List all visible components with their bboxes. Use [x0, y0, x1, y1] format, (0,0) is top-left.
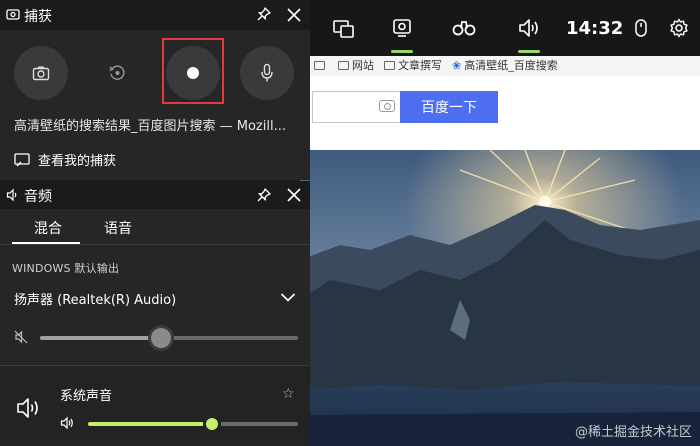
clock: 14:32	[566, 17, 624, 39]
record-last-icon	[109, 65, 125, 80]
tab-mix[interactable]: 混合	[34, 218, 62, 238]
audio-panel-header: 音频	[0, 181, 310, 209]
folder-icon	[338, 60, 349, 70]
capture-panel: 捕获 高清壁纸的搜索结果_百度图片搜索 — Mozill... 查看我的捕获	[0, 0, 310, 180]
bookmark-label: 网站	[352, 59, 374, 72]
output-device-select[interactable]: 扬声器 (Realtek(R) Audio)	[14, 289, 300, 309]
widget-menu-icon	[333, 20, 354, 38]
bookmark-item[interactable]	[314, 60, 328, 70]
default-output-label: WINDOWS 默认输出	[12, 262, 120, 275]
app-volume-thumb[interactable]	[205, 418, 218, 430]
capture-panel-header: 捕获	[0, 0, 310, 30]
microphone-icon	[261, 63, 273, 82]
chevron-down-icon	[280, 293, 296, 302]
looking-for-group-button[interactable]	[450, 0, 478, 56]
search-input[interactable]	[312, 91, 400, 123]
capture-icon	[393, 19, 411, 37]
pin-icon[interactable]	[256, 6, 272, 22]
settings-button[interactable]	[667, 0, 691, 56]
divider	[0, 244, 310, 245]
folder-icon	[314, 60, 325, 70]
speaker-icon	[519, 19, 538, 37]
bookmark-label: 文章撰写	[398, 59, 442, 72]
master-volume-slider[interactable]	[40, 328, 298, 348]
folder-icon	[384, 60, 395, 70]
view-captures-link[interactable]: 查看我的捕获	[14, 150, 116, 169]
capture-icon	[6, 9, 20, 20]
system-sounds-icon	[17, 398, 38, 418]
wallpaper-image: @稀土掘金技术社区	[300, 150, 700, 446]
mouse-button[interactable]	[630, 0, 652, 56]
mountain-sunset-image	[300, 150, 700, 446]
close-icon[interactable]	[286, 187, 302, 203]
game-bar-topbar: 14:32	[310, 0, 700, 56]
bookmark-item[interactable]: 网站	[338, 57, 374, 73]
screenshot-button[interactable]	[14, 46, 68, 100]
pin-icon[interactable]	[256, 187, 272, 203]
baidu-search-bar: 百度一下	[300, 76, 700, 150]
record-last-button[interactable]	[90, 46, 144, 100]
gear-icon	[670, 18, 688, 38]
microphone-button[interactable]	[240, 46, 294, 100]
mute-icon[interactable]	[14, 330, 28, 344]
output-device-name: 扬声器 (Realtek(R) Audio)	[14, 293, 177, 308]
view-captures-label: 查看我的捕获	[38, 154, 117, 169]
app-volume-row: 系统声音 ☆	[0, 366, 310, 446]
highlight-box	[162, 38, 224, 104]
search-button[interactable]: 百度一下	[400, 91, 498, 123]
app-name: 系统声音	[60, 389, 113, 404]
bookmark-item[interactable]: 文章撰写	[384, 57, 442, 73]
app-volume-fill	[88, 422, 212, 426]
audio-widget-button[interactable]	[515, 0, 543, 56]
master-volume-thumb[interactable]	[151, 328, 172, 348]
panel-title: 捕获	[24, 9, 52, 25]
close-icon[interactable]	[286, 7, 302, 23]
bookmark-item[interactable]: ❀ 高清壁纸_百度搜索	[452, 57, 558, 73]
master-volume-fill	[40, 336, 162, 340]
capture-target-title: 高清壁纸的搜索结果_百度图片搜索 — Mozill...	[14, 119, 286, 134]
capture-widget-button[interactable]	[388, 0, 416, 56]
camera-icon	[32, 66, 50, 81]
bookmark-label: 高清壁纸_百度搜索	[464, 59, 558, 72]
panel-title: 音频	[24, 189, 52, 205]
watermark: @稀土掘金技术社区	[574, 425, 692, 440]
audio-tabs: 混合 语音	[0, 209, 310, 245]
binoculars-icon	[452, 21, 476, 36]
favorite-star-icon[interactable]: ☆	[282, 386, 295, 402]
gallery-icon	[14, 152, 30, 166]
baidu-paw-icon: ❀	[452, 58, 462, 72]
camera-search-icon[interactable]	[379, 100, 395, 112]
audio-panel: 音频 混合 语音 WINDOWS 默认输出 扬声器 (Realtek(R) Au…	[0, 181, 310, 446]
speaker-icon	[6, 188, 17, 202]
tab-voice[interactable]: 语音	[104, 218, 132, 238]
bookmarks-bar: 网站 文章撰写 ❀ 高清壁纸_百度搜索	[300, 54, 700, 76]
app-volume-slider[interactable]	[88, 418, 298, 430]
volume-icon[interactable]	[60, 416, 76, 430]
mouse-icon	[635, 19, 647, 37]
widget-menu-button[interactable]	[330, 0, 358, 56]
